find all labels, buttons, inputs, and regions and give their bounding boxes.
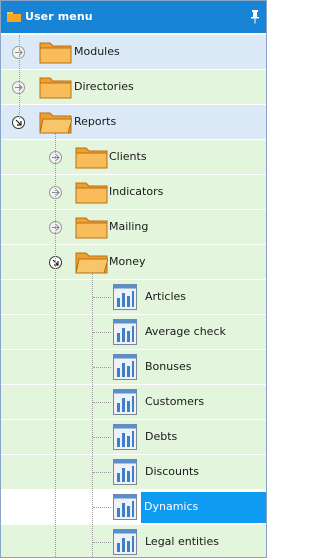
tree-item-label: Articles xyxy=(145,290,187,303)
tree-item-label: Customers xyxy=(145,395,205,408)
tree-item-label: Dynamics xyxy=(144,500,199,513)
tree-connector xyxy=(55,133,56,557)
panel-title: User menu xyxy=(25,10,93,23)
report-icon xyxy=(113,284,137,310)
tree-item-debts[interactable]: Debts xyxy=(1,420,266,455)
tree-item-label: Average check xyxy=(145,325,226,338)
report-icon xyxy=(113,494,137,520)
tree-connector xyxy=(93,402,111,403)
tree-item-label: Money xyxy=(109,255,146,268)
report-icon xyxy=(113,354,137,380)
tree-item-label: Clients xyxy=(109,150,147,163)
tree-connector xyxy=(93,367,111,368)
tree-item-label: Bonuses xyxy=(145,360,192,373)
report-icon xyxy=(113,319,137,345)
tree-connector xyxy=(93,297,111,298)
tree-item-discounts[interactable]: Discounts xyxy=(1,455,266,490)
user-menu-panel: User menu Modules Directories Reports Cl… xyxy=(0,0,267,558)
folder-open-icon xyxy=(75,252,108,274)
folder-icon xyxy=(75,147,108,169)
folder-icon xyxy=(39,42,72,64)
tree-item-money[interactable]: Money xyxy=(1,245,266,280)
panel-header: User menu xyxy=(1,1,266,33)
tree-connector xyxy=(93,507,111,508)
tree-item-label: Modules xyxy=(74,45,120,58)
tree-item-modules[interactable]: Modules xyxy=(1,35,266,70)
tree-item-customers[interactable]: Customers xyxy=(1,385,266,420)
report-icon xyxy=(113,459,137,485)
folder-small-icon xyxy=(7,12,21,22)
tree-item-label: Legal entities xyxy=(145,535,219,548)
report-icon xyxy=(113,389,137,415)
tree-item-clients[interactable]: Clients xyxy=(1,140,266,175)
report-icon xyxy=(113,529,137,555)
folder-icon xyxy=(75,182,108,204)
tree-item-label: Directories xyxy=(74,80,134,93)
tree-item-bonuses[interactable]: Bonuses xyxy=(1,350,266,385)
folder-open-icon xyxy=(39,112,72,134)
tree-item-label: Debts xyxy=(145,430,178,443)
tree-item-label: Mailing xyxy=(109,220,149,233)
tree-connector xyxy=(93,437,111,438)
tree-item-articles[interactable]: Articles xyxy=(1,280,266,315)
selection-highlight[interactable]: Dynamics xyxy=(141,492,266,523)
pin-icon[interactable] xyxy=(250,10,260,24)
folder-icon xyxy=(39,77,72,99)
tree-item-label: Discounts xyxy=(145,465,200,478)
tree-connector xyxy=(93,542,111,543)
report-icon xyxy=(113,424,137,450)
folder-icon xyxy=(75,217,108,239)
tree-connector xyxy=(93,332,111,333)
tree-connector xyxy=(19,35,20,119)
tree-item-dynamics[interactable]: Dynamics xyxy=(1,490,266,525)
tree-item-legal-entities[interactable]: Legal entities xyxy=(1,525,266,557)
tree-item-average-check[interactable]: Average check xyxy=(1,315,266,350)
tree-item-label: Indicators xyxy=(109,185,164,198)
tree-connector xyxy=(92,273,93,557)
tree-connector xyxy=(93,472,111,473)
tree-item-directories[interactable]: Directories xyxy=(1,70,266,105)
tree-item-indicators[interactable]: Indicators xyxy=(1,175,266,210)
tree-item-mailing[interactable]: Mailing xyxy=(1,210,266,245)
tree-item-reports[interactable]: Reports xyxy=(1,105,266,140)
tree-item-label: Reports xyxy=(74,115,117,128)
